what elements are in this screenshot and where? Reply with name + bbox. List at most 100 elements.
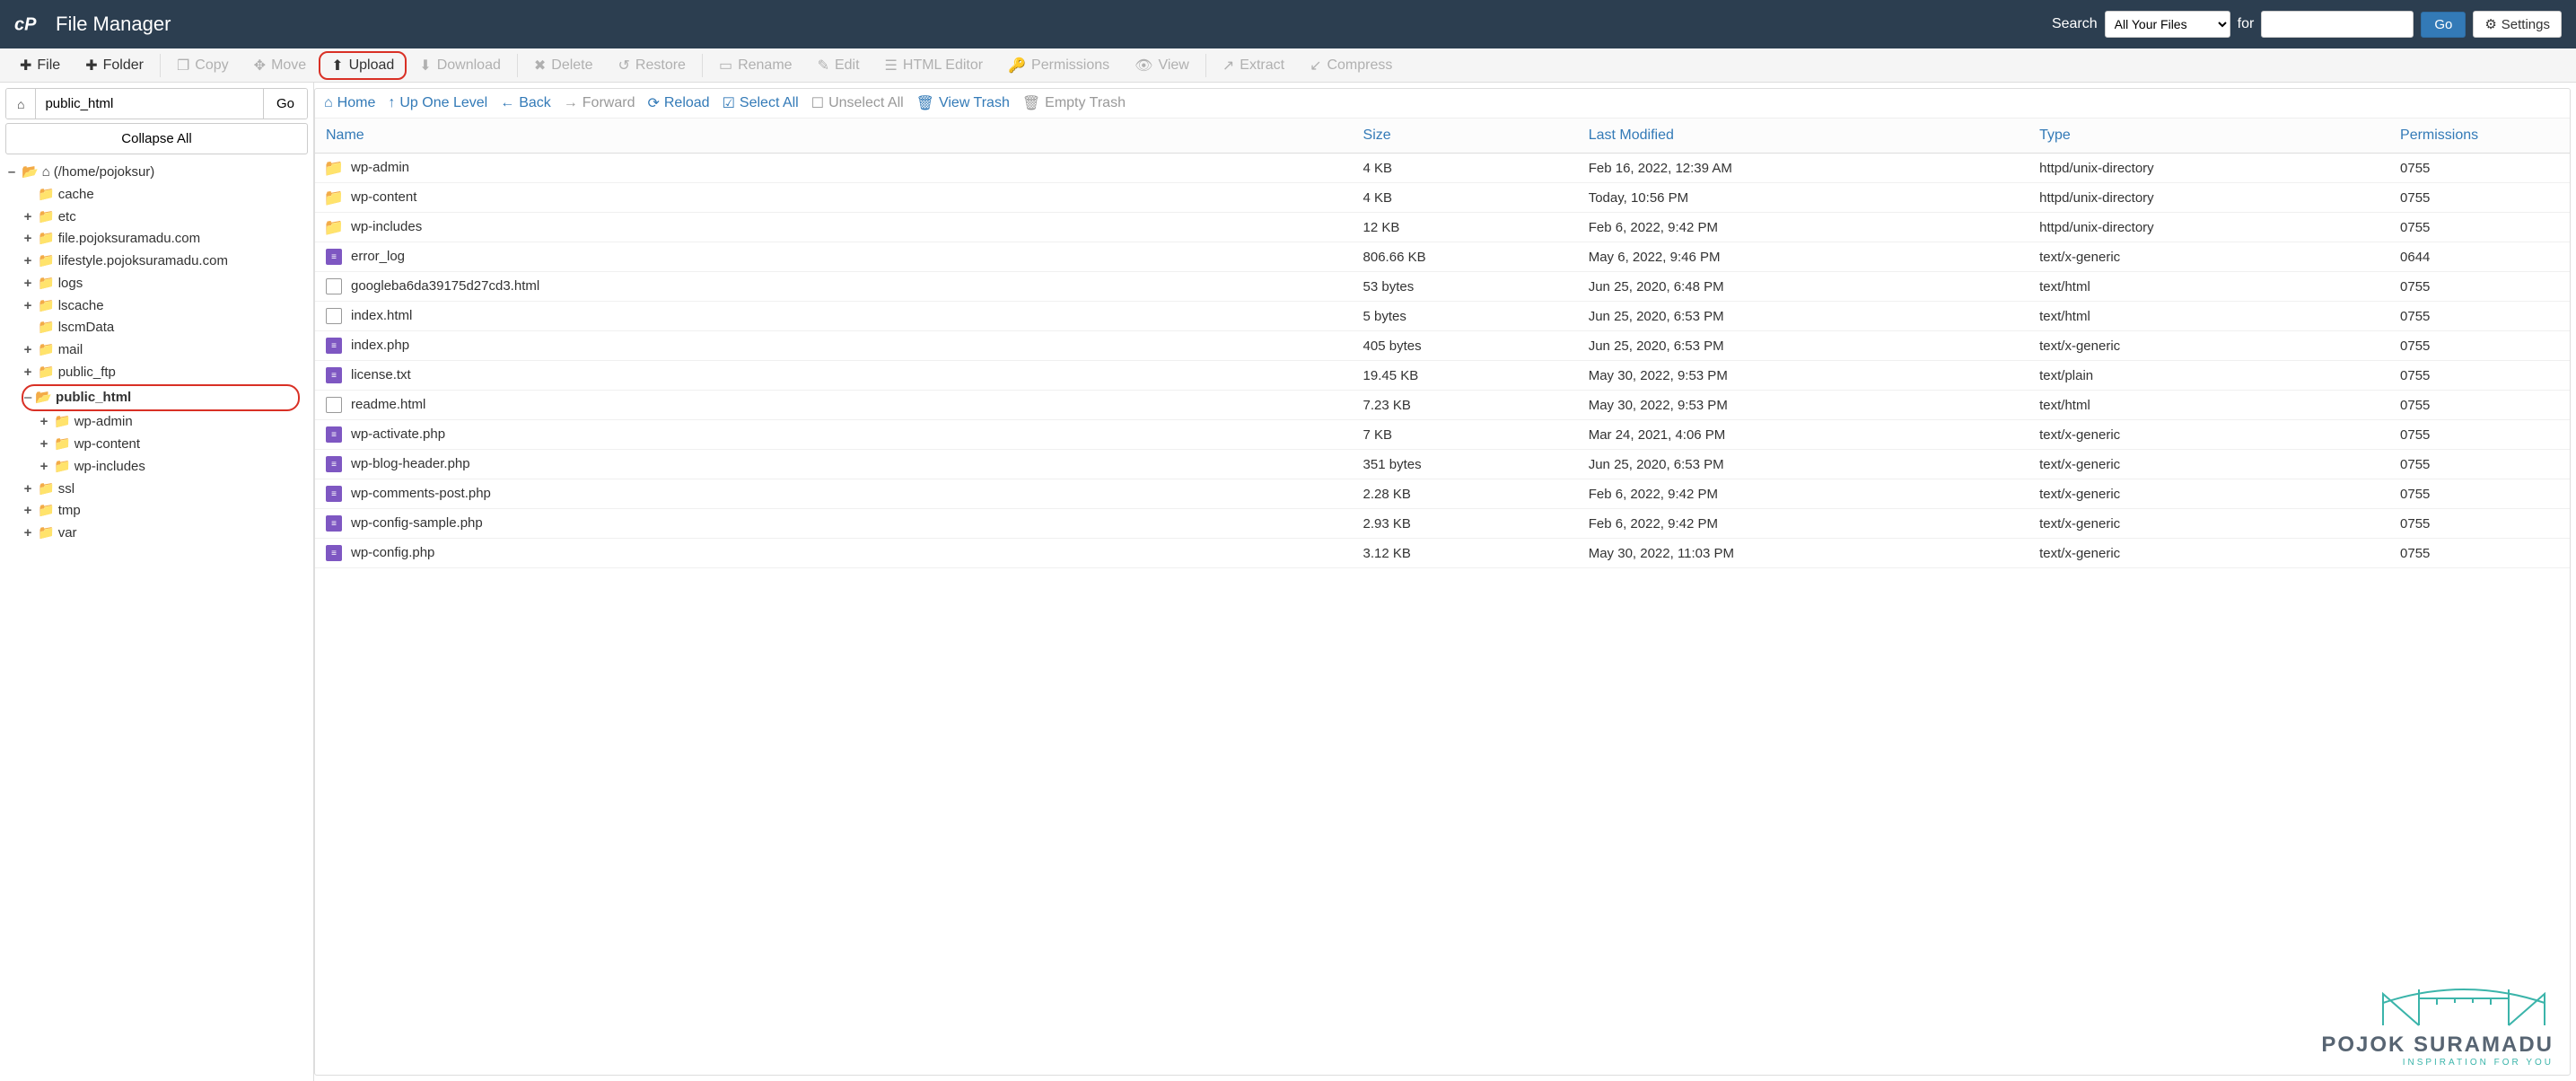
tree-node[interactable]: +📁public_ftp bbox=[22, 362, 308, 384]
action-bar: ⌂Home ↑Up One Level ←Back →Forward ⟳Relo… bbox=[315, 89, 2570, 119]
expand-icon[interactable]: + bbox=[38, 434, 50, 456]
watermark-tagline: INSPIRATION FOR YOU bbox=[2321, 1058, 2554, 1068]
tree-node[interactable]: +📁wp-content bbox=[38, 434, 308, 456]
expand-icon[interactable]: + bbox=[22, 339, 34, 362]
restore-button[interactable]: ↺Restore bbox=[606, 51, 698, 80]
table-row[interactable]: ≡license.txt19.45 KBMay 30, 2022, 9:53 P… bbox=[315, 361, 2570, 391]
table-row[interactable]: ≡wp-blog-header.php351 bytesJun 25, 2020… bbox=[315, 450, 2570, 479]
table-row[interactable]: ≡error_log806.66 KBMay 6, 2022, 9:46 PMt… bbox=[315, 242, 2570, 272]
file-name: index.php bbox=[351, 338, 409, 353]
file-table-wrap[interactable]: Name Size Last Modified Type Permissions… bbox=[315, 119, 2570, 1075]
tree-root[interactable]: – 📂 ⌂ (/home/pojoksur) bbox=[5, 162, 308, 184]
path-go-button[interactable]: Go bbox=[263, 89, 307, 119]
settings-button[interactable]: Settings bbox=[2473, 11, 2562, 38]
tree-node[interactable]: +📁file.pojoksuramadu.com bbox=[22, 228, 308, 250]
collapse-all-button[interactable]: Collapse All bbox=[5, 123, 308, 154]
path-home-button[interactable]: ⌂ bbox=[6, 89, 36, 119]
html-editor-icon: ☰ bbox=[885, 57, 898, 75]
table-row[interactable]: ≡wp-config.php3.12 KBMay 30, 2022, 11:03… bbox=[315, 539, 2570, 568]
file-type: text/x-generic bbox=[2028, 420, 2389, 450]
table-row[interactable]: ≡index.php405 bytesJun 25, 2020, 6:53 PM… bbox=[315, 331, 2570, 361]
file-type: text/x-generic bbox=[2028, 479, 2389, 509]
tree-node[interactable]: 📁cache bbox=[22, 184, 308, 207]
table-row[interactable]: googleba6da39175d27cd3.html53 bytesJun 2… bbox=[315, 272, 2570, 302]
expand-icon[interactable]: + bbox=[22, 250, 34, 273]
expand-icon[interactable]: + bbox=[22, 207, 34, 229]
path-input[interactable] bbox=[36, 89, 263, 119]
file-permissions: 0755 bbox=[2389, 331, 2570, 361]
collapse-icon[interactable]: – bbox=[5, 162, 18, 184]
back-link[interactable]: ←Back bbox=[500, 95, 551, 111]
empty-trash-link[interactable]: 🗑Empty Trash bbox=[1022, 94, 1126, 112]
view-trash-link[interactable]: 🗑View Trash bbox=[916, 94, 1010, 112]
new-folder-button[interactable]: ✚Folder bbox=[73, 51, 156, 80]
view-button[interactable]: 👁View bbox=[1122, 51, 1202, 80]
tree-node-selected[interactable]: –📂public_html bbox=[22, 384, 300, 412]
select-all-link[interactable]: ☑Select All bbox=[723, 94, 799, 112]
home-link[interactable]: ⌂Home bbox=[324, 95, 375, 111]
tree-node[interactable]: 📁lscmData bbox=[22, 317, 308, 339]
expand-icon[interactable]: + bbox=[22, 228, 34, 250]
tree-node[interactable]: +📁wp-admin bbox=[38, 411, 308, 434]
copy-button[interactable]: ❐Copy bbox=[164, 51, 241, 80]
edit-button[interactable]: ✎Edit bbox=[805, 51, 872, 80]
search-input[interactable] bbox=[2261, 11, 2414, 38]
upload-button[interactable]: ⬆Upload bbox=[319, 51, 407, 80]
expand-icon[interactable]: + bbox=[22, 295, 34, 318]
tree-node[interactable]: +📁etc bbox=[22, 207, 308, 229]
up-one-level-link[interactable]: ↑Up One Level bbox=[388, 95, 487, 111]
table-row[interactable]: 📁wp-admin4 KBFeb 16, 2022, 12:39 AMhttpd… bbox=[315, 154, 2570, 183]
tree-node[interactable]: +📁tmp bbox=[22, 500, 308, 523]
tree-node[interactable]: +📁lifestyle.pojoksuramadu.com bbox=[22, 250, 308, 273]
tree-node[interactable]: +📁logs bbox=[22, 273, 308, 295]
permissions-button[interactable]: 🔑Permissions bbox=[995, 51, 1122, 80]
search-scope-select[interactable]: All Your Files bbox=[2105, 11, 2230, 38]
expand-icon[interactable]: + bbox=[38, 456, 50, 479]
column-header-type[interactable]: Type bbox=[2028, 119, 2389, 154]
column-header-permissions[interactable]: Permissions bbox=[2389, 119, 2570, 154]
collapse-icon[interactable]: – bbox=[24, 387, 31, 409]
delete-button[interactable]: ✖Delete bbox=[521, 51, 606, 80]
file-name: googleba6da39175d27cd3.html bbox=[351, 278, 539, 294]
expand-icon[interactable]: + bbox=[38, 411, 50, 434]
tree-node[interactable]: +📁ssl bbox=[22, 479, 308, 501]
html-editor-button[interactable]: ☰HTML Editor bbox=[872, 51, 996, 80]
table-row[interactable]: ≡wp-config-sample.php2.93 KBFeb 6, 2022,… bbox=[315, 509, 2570, 539]
expand-icon[interactable]: + bbox=[22, 500, 34, 523]
table-row[interactable]: index.html5 bytesJun 25, 2020, 6:53 PMte… bbox=[315, 302, 2570, 331]
table-row[interactable]: 📁wp-content4 KBToday, 10:56 PMhttpd/unix… bbox=[315, 183, 2570, 213]
file-type: httpd/unix-directory bbox=[2028, 154, 2389, 183]
separator bbox=[160, 54, 161, 77]
reload-link[interactable]: ⟳Reload bbox=[647, 94, 709, 112]
table-row[interactable]: 📁wp-includes12 KBFeb 6, 2022, 9:42 PMhtt… bbox=[315, 213, 2570, 242]
expand-icon[interactable]: + bbox=[22, 362, 34, 384]
unselect-all-link[interactable]: ☐Unselect All bbox=[811, 94, 904, 112]
expand-icon[interactable]: + bbox=[22, 273, 34, 295]
table-row[interactable]: readme.html7.23 KBMay 30, 2022, 9:53 PMt… bbox=[315, 391, 2570, 420]
tree-node[interactable]: +📁wp-includes bbox=[38, 456, 308, 479]
file-permissions: 0755 bbox=[2389, 509, 2570, 539]
file-modified: Feb 16, 2022, 12:39 AM bbox=[1578, 154, 2028, 183]
table-row[interactable]: ≡wp-activate.php7 KBMar 24, 2021, 4:06 P… bbox=[315, 420, 2570, 450]
column-header-modified[interactable]: Last Modified bbox=[1578, 119, 2028, 154]
folder-open-icon: 📂 bbox=[35, 387, 52, 409]
table-row[interactable]: ≡wp-comments-post.php2.28 KBFeb 6, 2022,… bbox=[315, 479, 2570, 509]
compress-button[interactable]: ↙Compress bbox=[1297, 51, 1405, 80]
rename-button[interactable]: ▭Rename bbox=[706, 51, 805, 80]
file-permissions: 0755 bbox=[2389, 420, 2570, 450]
forward-arrow-icon: → bbox=[564, 95, 578, 111]
tree-node-label: lscmData bbox=[58, 317, 115, 339]
new-file-button[interactable]: ✚File bbox=[7, 51, 73, 80]
extract-button[interactable]: ↗Extract bbox=[1210, 51, 1297, 80]
tree-node[interactable]: +📁var bbox=[22, 523, 308, 545]
download-button[interactable]: ⬇Download bbox=[407, 51, 513, 80]
tree-node[interactable]: +📁lscache bbox=[22, 295, 308, 318]
tree-node[interactable]: +📁mail bbox=[22, 339, 308, 362]
expand-icon[interactable]: + bbox=[22, 479, 34, 501]
forward-link[interactable]: →Forward bbox=[564, 95, 635, 111]
column-header-name[interactable]: Name bbox=[315, 119, 1353, 154]
search-go-button[interactable]: Go bbox=[2421, 12, 2466, 38]
expand-icon[interactable]: + bbox=[22, 523, 34, 545]
move-button[interactable]: ✥Move bbox=[241, 51, 320, 80]
column-header-size[interactable]: Size bbox=[1353, 119, 1578, 154]
